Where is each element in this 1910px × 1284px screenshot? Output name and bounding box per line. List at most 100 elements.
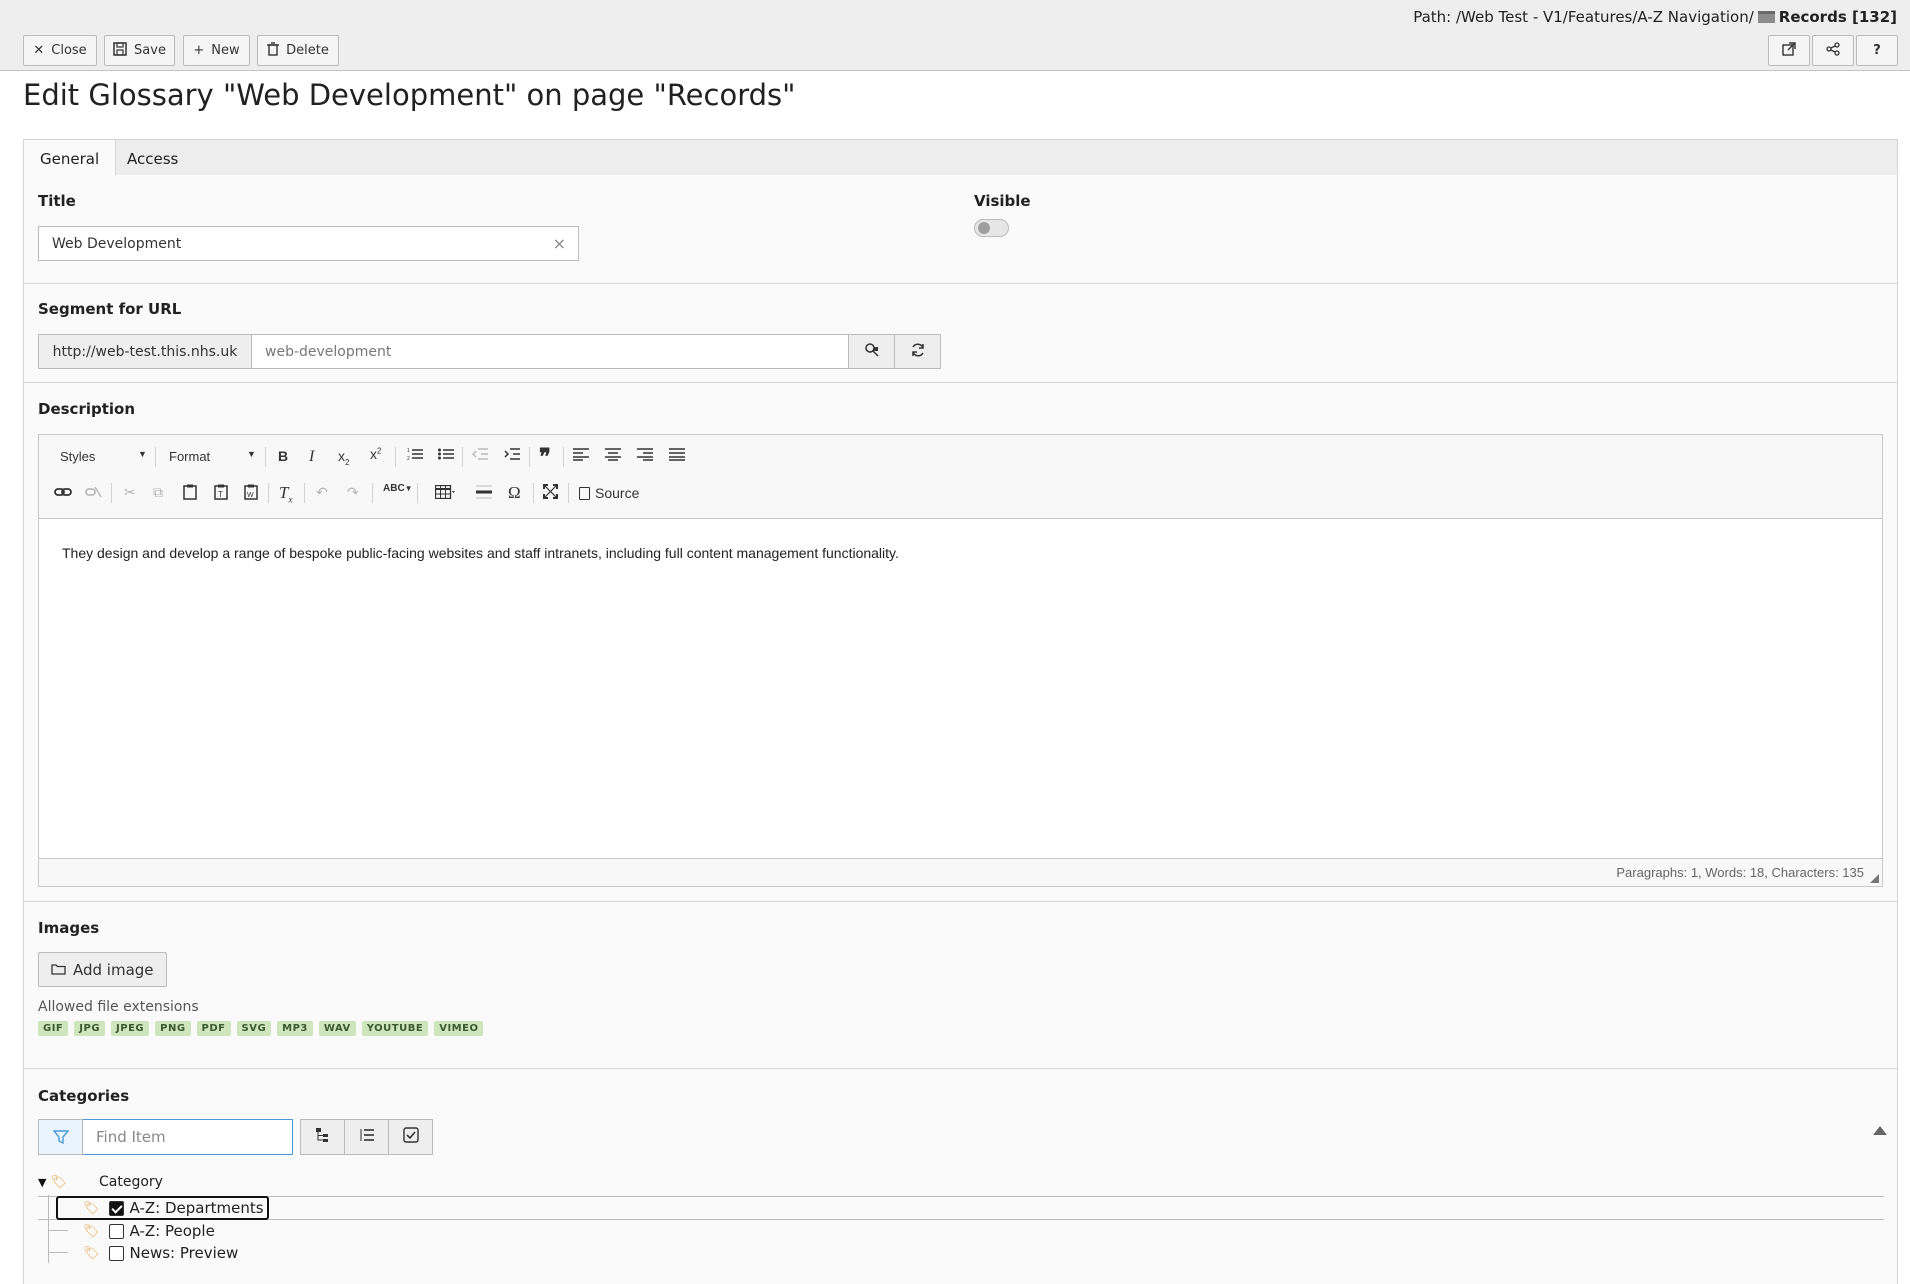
- tree-root[interactable]: ▼ 🏷 Category: [38, 1171, 163, 1193]
- page-title: Edit Glossary "Web Development" on page …: [23, 78, 796, 112]
- blockquote-icon[interactable]: ❞: [539, 444, 551, 470]
- justify-icon[interactable]: [669, 447, 685, 464]
- extension-badge: VIMEO: [434, 1021, 484, 1036]
- tree-toolbar: [300, 1119, 433, 1155]
- help-button[interactable]: ?: [1856, 35, 1898, 66]
- checkbox[interactable]: [108, 1200, 124, 1216]
- save-button[interactable]: Save: [104, 35, 175, 66]
- scroll-up-arrow-icon[interactable]: [1873, 1126, 1887, 1135]
- divider: [24, 382, 1897, 383]
- toolbar-separator: [265, 447, 266, 467]
- delete-button-label: Delete: [286, 43, 329, 58]
- superscript-icon[interactable]: x2: [370, 446, 381, 462]
- toolbar-separator: [533, 483, 534, 503]
- tag-icon: 🏷: [83, 1245, 100, 1261]
- recalculate-button[interactable]: [894, 334, 941, 369]
- paste-word-icon[interactable]: W: [244, 484, 258, 503]
- extension-badges: GIF JPG JPEG PNG PDF SVG MP3 WAV YOUTUBE…: [38, 1021, 484, 1036]
- copy-icon[interactable]: ⧉: [153, 484, 163, 501]
- special-char-icon[interactable]: Ω: [508, 483, 521, 503]
- paste-text-icon[interactable]: T: [214, 484, 228, 503]
- expand-all-button[interactable]: [300, 1119, 345, 1155]
- bold-icon[interactable]: B: [278, 448, 288, 464]
- extension-badge: WAV: [318, 1021, 356, 1036]
- categories-field-label: Categories: [38, 1087, 130, 1105]
- extension-badge: PNG: [155, 1021, 191, 1036]
- undo-icon[interactable]: ↶: [316, 484, 328, 501]
- checkbox[interactable]: [108, 1245, 124, 1261]
- source-button[interactable]: Source: [579, 485, 639, 501]
- format-dropdown-label: Format: [169, 449, 211, 464]
- share-button[interactable]: [1812, 35, 1854, 66]
- toolbar-separator: [568, 483, 569, 503]
- tab-general[interactable]: General: [24, 140, 117, 178]
- visible-toggle[interactable]: [974, 219, 1009, 237]
- redo-icon[interactable]: ↷: [347, 484, 359, 501]
- editor-status-bar: Paragraphs: 1, Words: 18, Characters: 13…: [39, 858, 1882, 886]
- collapse-all-button[interactable]: [344, 1119, 389, 1155]
- align-left-icon[interactable]: [573, 447, 589, 464]
- extension-badge: JPEG: [111, 1021, 150, 1036]
- close-icon: ✕: [33, 43, 45, 58]
- tree-root-label: Category: [98, 1174, 163, 1190]
- delete-button[interactable]: Delete: [257, 35, 339, 66]
- breadcrumb-current-page: Records [132]: [1778, 8, 1897, 26]
- outdent-icon[interactable]: [471, 447, 488, 464]
- editor-toolbar: Styles ▼ Format ▼ B I x2 x2 12 ❞ ✂ ⧉ T W…: [39, 435, 1882, 519]
- source-button-label: Source: [595, 485, 640, 501]
- svg-text:W: W: [247, 492, 254, 499]
- open-external-button[interactable]: [1768, 35, 1810, 66]
- extension-badge: JPG: [74, 1021, 106, 1036]
- divider: [24, 283, 1897, 284]
- resize-handle[interactable]: [1870, 874, 1879, 883]
- show-selected-button[interactable]: [388, 1119, 433, 1155]
- chevron-down-icon: ▼: [138, 449, 147, 459]
- segment-input[interactable]: web-development: [251, 334, 849, 369]
- caret-down-icon[interactable]: ▼: [38, 1176, 46, 1189]
- tree-item-label: News: Preview: [129, 1244, 239, 1262]
- italic-icon[interactable]: I: [309, 448, 314, 466]
- find-item-input[interactable]: Find Item: [83, 1119, 293, 1155]
- indent-icon[interactable]: [504, 447, 520, 464]
- tag-icon: 🏷: [83, 1223, 100, 1239]
- link-icon[interactable]: [54, 485, 72, 501]
- new-button[interactable]: + New: [183, 35, 250, 66]
- tree-item-az-people[interactable]: 🏷 A-Z: People: [83, 1220, 215, 1242]
- word-count: Paragraphs: 1, Words: 18, Characters: 13…: [1616, 865, 1864, 880]
- toolbar-separator: [395, 447, 396, 467]
- tree-item-az-departments[interactable]: 🏷 A-Z: Departments: [56, 1196, 269, 1220]
- align-center-icon[interactable]: [605, 447, 621, 464]
- allowed-extensions-label: Allowed file extensions: [38, 999, 199, 1015]
- table-icon[interactable]: [434, 484, 457, 502]
- title-input[interactable]: Web Development ×: [38, 226, 579, 261]
- horizontal-rule-icon[interactable]: [476, 485, 492, 502]
- form-panel: Title Web Development × Visible Segment …: [23, 175, 1898, 1284]
- spellcheck-icon[interactable]: ABC▼: [383, 483, 413, 494]
- cut-icon[interactable]: ✂: [124, 484, 136, 501]
- close-button[interactable]: ✕ Close: [23, 35, 97, 66]
- description-field-label: Description: [38, 400, 136, 418]
- bullet-list-icon[interactable]: [438, 447, 454, 464]
- toggle-manual-edit-button[interactable]: [848, 334, 895, 369]
- paste-icon[interactable]: [183, 484, 197, 503]
- checkbox[interactable]: [108, 1223, 124, 1239]
- plus-icon: +: [193, 43, 205, 58]
- url-prefix: http://web-test.this.nhs.uk: [38, 334, 252, 369]
- editor-content[interactable]: They design and develop a range of bespo…: [62, 545, 899, 561]
- numbered-list-icon[interactable]: 12: [407, 447, 423, 464]
- add-image-button[interactable]: Add image: [38, 952, 167, 987]
- title-field-label: Title: [38, 192, 76, 210]
- subscript-icon[interactable]: x2: [338, 448, 349, 467]
- chevron-down-icon: ▼: [247, 449, 256, 459]
- align-right-icon[interactable]: [637, 447, 653, 464]
- toolbar-separator: [563, 447, 564, 467]
- maximize-icon[interactable]: [543, 484, 558, 502]
- tree-item-news-preview[interactable]: 🏷 News: Preview: [83, 1242, 238, 1264]
- tab-access[interactable]: Access: [111, 140, 194, 177]
- format-dropdown[interactable]: Format ▼: [169, 449, 256, 464]
- clear-icon[interactable]: ×: [553, 234, 566, 253]
- unlink-icon[interactable]: [85, 485, 103, 501]
- remove-format-icon[interactable]: Tx: [279, 483, 292, 504]
- styles-dropdown[interactable]: Styles ▼: [60, 449, 147, 464]
- styles-dropdown-label: Styles: [60, 449, 96, 464]
